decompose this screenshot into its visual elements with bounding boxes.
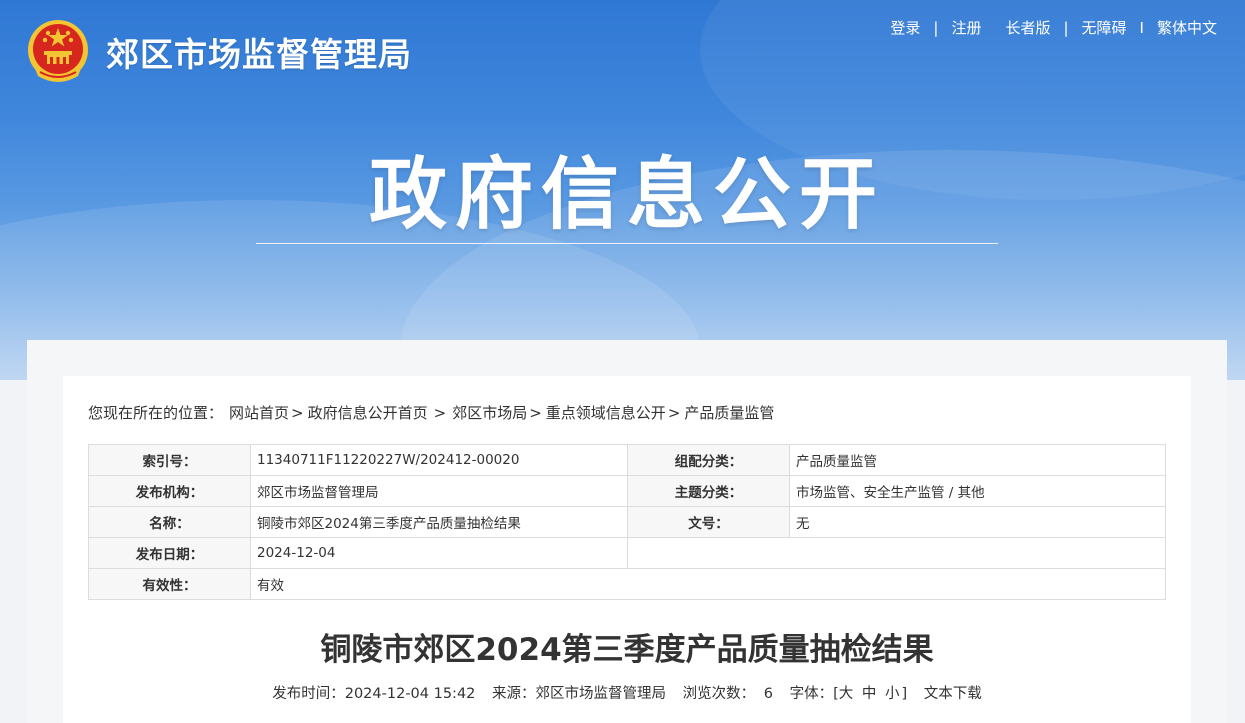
breadcrumb-arrow: > — [529, 403, 542, 422]
font-size-label: 字体：[ — [789, 686, 839, 702]
docno-label: 文号： — [627, 506, 790, 538]
accessible-link[interactable]: 无障碍 — [1082, 17, 1127, 38]
article-title: 铜陵市郊区2024第三季度产品质量抽检结果 — [320, 632, 934, 668]
breadcrumb-arrow: > — [433, 403, 447, 422]
category-label: 组配分类： — [627, 444, 790, 476]
empty-cell — [627, 537, 1166, 569]
top-nav: 登录 | 注册 长者版 | 无障碍 I 繁体中文 — [890, 17, 1217, 38]
name-label: 名称： — [88, 506, 251, 538]
breadcrumb-prefix: 您现在所在的位置： — [88, 404, 224, 422]
index-label: 索引号： — [88, 444, 251, 476]
site-name: 郊区市场监督管理局 — [106, 35, 412, 74]
hero-title: 政府信息公开 — [368, 150, 885, 240]
breadcrumb-item-key-areas[interactable]: 重点领域信息公开 — [546, 402, 666, 423]
validity-label: 有效性： — [88, 568, 251, 600]
article-info: 发布时间：2024-12-04 15:42 来源：郊区市场监督管理局 浏览次数：… — [88, 682, 1166, 703]
breadcrumb-arrow: > — [291, 403, 304, 422]
validity-value: 有效 — [250, 568, 1166, 600]
breadcrumb-item-product-quality[interactable]: 产品质量监管 — [684, 402, 774, 423]
font-size-control: 字体：[大 中 小] — [790, 686, 908, 702]
date-value: 2024-12-04 — [250, 537, 628, 569]
traditional-chinese-link[interactable]: 繁体中文 — [1157, 17, 1217, 38]
topic-label: 主题分类： — [627, 475, 790, 507]
table-row: 名称： 铜陵市郊区2024第三季度产品质量抽检结果 文号： 无 — [88, 506, 1166, 538]
login-link[interactable]: 登录 — [890, 17, 920, 38]
national-emblem-icon — [26, 18, 90, 86]
font-small-button[interactable]: 小 — [885, 686, 900, 702]
elderly-version-link[interactable]: 长者版 — [1005, 17, 1050, 38]
view-count-label: 浏览次数： — [682, 686, 756, 702]
table-row: 发布日期： 2024-12-04 — [88, 537, 1166, 569]
nav-separator: I — [1139, 18, 1144, 37]
table-row: 索引号： 11340711F11220227W/202412-00020 组配分… — [88, 444, 1166, 476]
breadcrumb-item-bureau[interactable]: 郊区市场局 — [452, 402, 527, 423]
view-count: 浏览次数： 6 — [683, 686, 773, 702]
publish-time: 发布时间：2024-12-04 15:42 — [272, 686, 476, 702]
breadcrumb-arrow: > — [667, 403, 681, 422]
category-value: 产品质量监管 — [789, 444, 1166, 476]
name-value: 铜陵市郊区2024第三季度产品质量抽检结果 — [250, 506, 628, 538]
article-source: 来源：郊区市场监督管理局 — [492, 686, 667, 702]
publisher-value: 郊区市场监督管理局 — [250, 475, 628, 507]
date-label: 发布日期： — [88, 537, 251, 569]
font-size-close: ] — [901, 686, 908, 702]
view-count-value: 6 — [763, 686, 773, 702]
topic-value: 市场监管、安全生产监管 / 其他 — [789, 475, 1166, 507]
site-logo[interactable]: 郊区市场监督管理局 — [26, 18, 412, 86]
hero-divider — [256, 243, 998, 244]
nav-separator: | — [933, 18, 939, 37]
register-link[interactable]: 注册 — [951, 17, 981, 38]
index-value: 11340711F11220227W/202412-00020 — [250, 444, 628, 476]
font-large-button[interactable]: 大 — [839, 686, 854, 702]
font-medium-button[interactable]: 中 — [862, 686, 877, 702]
publisher-label: 发布机构： — [88, 475, 251, 507]
breadcrumb-item-home[interactable]: 网站首页 — [229, 402, 289, 423]
metadata-table: 索引号： 11340711F11220227W/202412-00020 组配分… — [88, 444, 1166, 600]
text-download-link[interactable]: 文本下载 — [924, 686, 982, 702]
nav-separator: | — [1063, 18, 1069, 37]
docno-value: 无 — [789, 506, 1166, 538]
table-row: 发布机构： 郊区市场监督管理局 主题分类： 市场监管、安全生产监管 / 其他 — [88, 475, 1166, 507]
table-row: 有效性： 有效 — [88, 568, 1166, 600]
breadcrumb: 您现在所在的位置： 网站首页 > 政府信息公开首页 > 郊区市场局 > 重点领域… — [88, 402, 774, 423]
breadcrumb-item-disclosure-home[interactable]: 政府信息公开首页 — [308, 402, 428, 423]
